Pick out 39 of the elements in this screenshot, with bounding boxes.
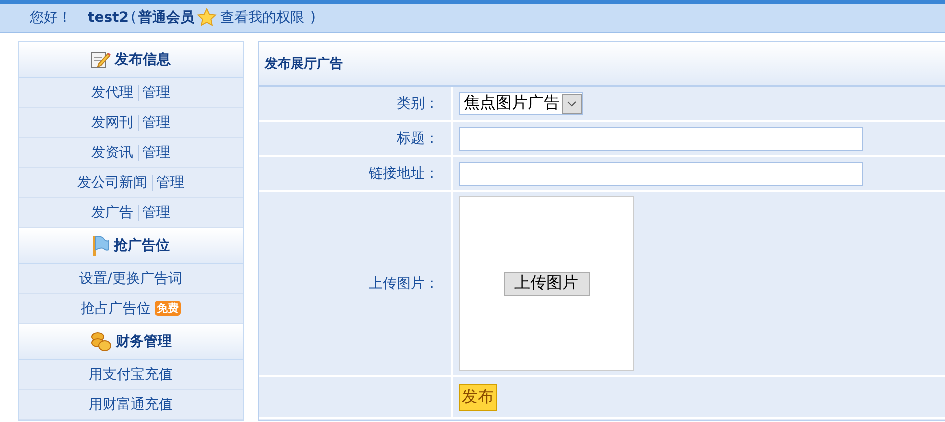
- field-label: 类别：: [397, 94, 439, 112]
- panel-title: 发布展厅广告: [265, 56, 343, 72]
- manage-link[interactable]: 管理: [156, 174, 184, 192]
- manage-link[interactable]: 管理: [142, 84, 170, 102]
- field-label: 链接地址：: [369, 164, 439, 182]
- menu-link[interactable]: 发公司新闻: [78, 174, 148, 192]
- menu-link[interactable]: 设置/更换广告词: [80, 270, 182, 288]
- menu-link[interactable]: 用财富通充值: [89, 396, 173, 414]
- coins-icon: [90, 332, 112, 352]
- section-title: 财务管理: [116, 333, 172, 351]
- field-label: 标题：: [397, 130, 439, 148]
- menu-link[interactable]: 发资讯: [92, 144, 134, 162]
- paren: ): [310, 10, 316, 26]
- dropdown-icon: [562, 94, 582, 114]
- menu-link[interactable]: 发代理: [92, 84, 134, 102]
- input-field[interactable]: [459, 126, 863, 150]
- member-level: 普通会员: [138, 9, 194, 27]
- manage-link[interactable]: 管理: [142, 204, 170, 222]
- section-title: 抢广告位: [114, 237, 170, 255]
- paren: (: [130, 10, 136, 26]
- menu-link[interactable]: 发广告: [92, 204, 134, 222]
- free-badge: 免费: [155, 301, 181, 316]
- menu-link[interactable]: 发网刊: [92, 114, 134, 132]
- greeting: 您好！: [30, 9, 72, 27]
- field-label: 上传图片：: [369, 274, 439, 292]
- permissions-link[interactable]: 查看我的权限: [220, 9, 304, 27]
- category-select[interactable]: 焦点图片广告: [459, 92, 583, 115]
- manage-link[interactable]: 管理: [142, 144, 170, 162]
- flag-icon: [92, 235, 110, 257]
- username: test2: [88, 10, 129, 26]
- input-field[interactable]: [459, 162, 863, 186]
- publish-button[interactable]: 发布: [459, 384, 497, 410]
- notepad-pencil-icon: [91, 50, 111, 70]
- section-title: 发布信息: [115, 51, 171, 69]
- star-icon: [197, 8, 218, 28]
- menu-link[interactable]: 抢占广告位: [81, 300, 151, 318]
- manage-link[interactable]: 管理: [142, 114, 170, 132]
- menu-link[interactable]: 用支付宝充值: [89, 366, 173, 384]
- upload-button[interactable]: 上传图片: [504, 272, 590, 296]
